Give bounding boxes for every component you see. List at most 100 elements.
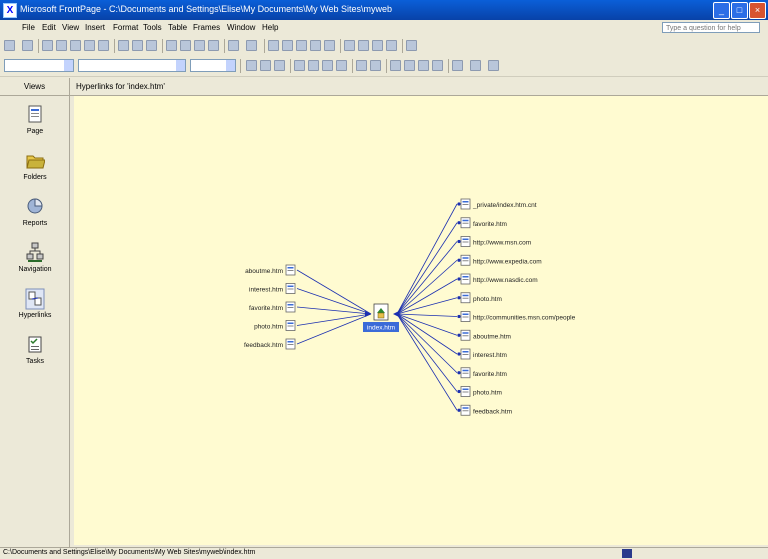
page-icon-detail bbox=[462, 201, 469, 203]
align-left-icon[interactable] bbox=[294, 60, 305, 71]
ask-question-input[interactable]: Type a question for help bbox=[662, 22, 760, 33]
highlight-color-icon[interactable] bbox=[470, 60, 481, 71]
decrease-font-icon[interactable] bbox=[370, 60, 381, 71]
italic-icon[interactable] bbox=[260, 60, 271, 71]
view-tasks[interactable]: Tasks bbox=[0, 334, 70, 372]
open-icon[interactable] bbox=[22, 40, 33, 51]
outgoing-link-label[interactable]: interest.htm bbox=[473, 352, 507, 359]
outgoing-link-label[interactable]: aboutme.htm bbox=[473, 333, 511, 340]
justify-icon[interactable] bbox=[336, 60, 347, 71]
hyperlink-icon[interactable] bbox=[344, 40, 355, 51]
publish-icon[interactable] bbox=[56, 40, 67, 51]
incoming-link-label[interactable]: photo.htm bbox=[254, 324, 283, 331]
outgoing-link-label[interactable]: photo.htm bbox=[473, 390, 502, 397]
view-page[interactable]: Page bbox=[0, 104, 70, 142]
folder-list-icon[interactable] bbox=[70, 40, 81, 51]
menu-frames[interactable]: Frames bbox=[193, 23, 220, 32]
link-endpoint bbox=[457, 221, 461, 225]
view-navigation[interactable]: Navigation bbox=[0, 242, 70, 280]
bold-icon[interactable] bbox=[246, 60, 257, 71]
tab-hyperlinks-index[interactable]: Hyperlinks for 'index.htm' bbox=[76, 78, 165, 95]
decrease-indent-icon[interactable] bbox=[418, 60, 429, 71]
outgoing-link-label[interactable]: favorite.htm bbox=[473, 221, 507, 228]
page-icon-detail bbox=[287, 344, 294, 345]
bullets-icon[interactable] bbox=[404, 60, 415, 71]
show-formatting-icon[interactable] bbox=[386, 40, 397, 51]
spelling-icon[interactable] bbox=[118, 40, 129, 51]
view-hyperlinks[interactable]: Hyperlinks bbox=[0, 288, 70, 326]
numbering-icon[interactable] bbox=[390, 60, 401, 71]
menu-insert[interactable]: Insert bbox=[85, 23, 105, 32]
link-endpoint bbox=[457, 258, 461, 262]
page-icon-detail bbox=[287, 285, 294, 287]
toolbar-separator bbox=[290, 59, 291, 73]
connection-status-icon bbox=[622, 549, 632, 558]
outgoing-link-line bbox=[396, 313, 458, 317]
show-all-icon[interactable] bbox=[146, 40, 157, 51]
style-dropdown[interactable] bbox=[4, 59, 74, 72]
minimize-button[interactable]: _ bbox=[713, 2, 730, 19]
hyperlinks-canvas[interactable]: aboutme.htm interest.htm favorite.htm photo… bbox=[74, 96, 768, 545]
menu-file[interactable]: File bbox=[22, 23, 35, 32]
incoming-link-label[interactable]: interest.htm bbox=[249, 287, 283, 294]
menu-tools[interactable]: Tools bbox=[143, 23, 162, 32]
web-component-icon[interactable] bbox=[268, 40, 279, 51]
menu-help[interactable]: Help bbox=[262, 23, 278, 32]
preview-in-browser-icon[interactable] bbox=[98, 40, 109, 51]
view-reports[interactable]: Reports bbox=[0, 196, 70, 234]
redo-icon[interactable] bbox=[246, 40, 257, 51]
insert-picture-icon[interactable] bbox=[310, 40, 321, 51]
font-dropdown[interactable] bbox=[78, 59, 186, 72]
incoming-link-label[interactable]: favorite.htm bbox=[249, 305, 283, 312]
borders-icon[interactable] bbox=[452, 60, 463, 71]
paste-icon[interactable] bbox=[194, 40, 205, 51]
drawing-icon[interactable] bbox=[324, 40, 335, 51]
increase-font-icon[interactable] bbox=[356, 60, 367, 71]
menu-edit[interactable]: Edit bbox=[42, 23, 56, 32]
frontpage-app-icon[interactable]: X bbox=[3, 3, 17, 18]
menu-format[interactable]: Format bbox=[113, 23, 138, 32]
insert-layer-icon[interactable] bbox=[296, 40, 307, 51]
outgoing-link-label[interactable]: http://www.msn.com bbox=[473, 240, 531, 247]
copy-icon[interactable] bbox=[180, 40, 191, 51]
font-size-dropdown[interactable] bbox=[190, 59, 236, 72]
outgoing-link-label[interactable]: photo.htm bbox=[473, 296, 502, 303]
menu-view[interactable]: View bbox=[62, 23, 79, 32]
cut-icon[interactable] bbox=[166, 40, 177, 51]
undo-icon[interactable] bbox=[228, 40, 239, 51]
menu-window[interactable]: Window bbox=[227, 23, 255, 32]
link-endpoint bbox=[457, 371, 461, 375]
save-icon[interactable] bbox=[42, 40, 53, 51]
outgoing-link-label[interactable]: feedback.htm bbox=[473, 408, 512, 415]
help-icon[interactable] bbox=[406, 40, 417, 51]
incoming-link-label[interactable]: feedback.htm bbox=[244, 342, 283, 349]
outgoing-link-label[interactable]: favorite.htm bbox=[473, 371, 507, 378]
refresh-icon[interactable] bbox=[358, 40, 369, 51]
link-endpoint bbox=[457, 202, 461, 206]
stop-icon[interactable] bbox=[372, 40, 383, 51]
outgoing-link-line bbox=[396, 313, 458, 411]
find-icon[interactable] bbox=[132, 40, 143, 51]
increase-indent-icon[interactable] bbox=[432, 60, 443, 71]
new-page-icon[interactable] bbox=[4, 40, 15, 51]
outgoing-link-label[interactable]: http://www.expedia.com bbox=[473, 258, 542, 265]
outgoing-link-label[interactable]: http://www.nasdic.com bbox=[473, 277, 538, 284]
incoming-link-label[interactable]: aboutme.htm bbox=[245, 268, 283, 275]
close-button[interactable]: × bbox=[749, 2, 766, 19]
page-icon-detail bbox=[462, 241, 469, 243]
underline-icon[interactable] bbox=[274, 60, 285, 71]
menu-table[interactable]: Table bbox=[168, 23, 187, 32]
outgoing-link-label[interactable]: http://communities.msn.com/people bbox=[473, 315, 576, 322]
outgoing-link-label[interactable]: _private/index.htm.cnt bbox=[472, 202, 537, 209]
print-icon[interactable] bbox=[84, 40, 95, 51]
insert-table-icon[interactable] bbox=[282, 40, 293, 51]
maximize-button[interactable]: □ bbox=[731, 2, 748, 19]
align-right-icon[interactable] bbox=[322, 60, 333, 71]
font-color-icon[interactable] bbox=[488, 60, 499, 71]
view-folders[interactable]: Folders bbox=[0, 150, 70, 188]
title-bar: X Microsoft FrontPage - C:\Documents and… bbox=[0, 0, 768, 20]
format-painter-icon[interactable] bbox=[208, 40, 219, 51]
center-page-label[interactable]: index.htm bbox=[367, 325, 395, 332]
page-icon-detail bbox=[462, 410, 469, 412]
center-icon[interactable] bbox=[308, 60, 319, 71]
